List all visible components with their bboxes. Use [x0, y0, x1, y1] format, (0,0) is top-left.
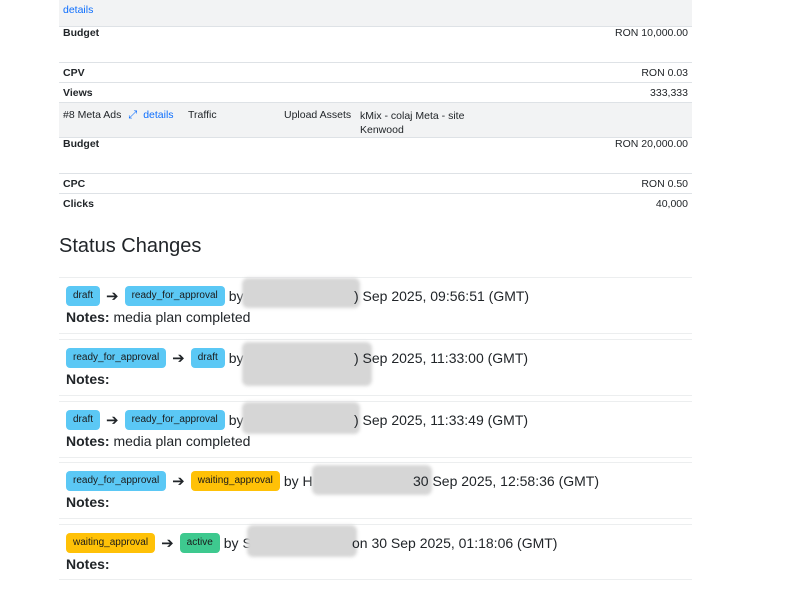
- channel-cell: #7 Google Ads details: [59, 0, 368, 26]
- arrow-right-icon: ➔: [172, 350, 185, 367]
- cpv-label: CPV: [59, 61, 368, 82]
- details-link[interactable]: details: [63, 4, 93, 16]
- redacted-user: [242, 402, 360, 434]
- status-badge-to: draft: [190, 348, 225, 368]
- status-badge-from: draft: [66, 410, 101, 430]
- redacted-user: [242, 342, 372, 386]
- arrow-right-icon: ➔: [161, 535, 174, 552]
- notes-label: Notes:: [66, 556, 110, 572]
- cpc-label: CPC: [59, 172, 368, 193]
- status-badge-to: active: [179, 533, 220, 553]
- table-row: #7 Google Ads details: [59, 0, 692, 26]
- table-row: Views 333,333: [59, 81, 692, 102]
- arrow-right-icon: ➔: [106, 288, 119, 305]
- clicks-value: 40,000: [367, 192, 692, 213]
- format: Upload Assets: [284, 108, 352, 121]
- status-change-entry: draft ➔ ready_for_approval by ) Sep 2025…: [59, 401, 692, 458]
- status-changes-heading: Status Changes: [59, 235, 202, 257]
- status-change-entry: draft ➔ ready_for_approval by ) Sep 2025…: [59, 277, 692, 334]
- cpc-value: RON 0.50: [367, 172, 692, 193]
- change-timestamp: ) Sep 2025, 11:33:49 (GMT): [354, 412, 529, 428]
- change-timestamp: 30 Sep 2025, 12:58:36 (GMT): [413, 473, 599, 489]
- notes-label: Notes:: [66, 309, 110, 325]
- media-plan-table-container: #7 Google Ads details Budget RON 10,000.…: [59, 0, 692, 213]
- arrow-right-icon: ➔: [172, 473, 185, 490]
- status-badge-to: waiting_approval: [190, 471, 280, 491]
- status-badge-to: ready_for_approval: [124, 286, 225, 306]
- arrow-right-icon: ➔: [106, 412, 119, 429]
- status-badge-from: waiting_approval: [66, 533, 156, 553]
- table-row: #8 Meta Ads ⤢ details Traffic Upload Asset…: [59, 101, 692, 137]
- notes-text: media plan completed: [109, 433, 251, 449]
- budget-value: RON 10,000.00: [367, 25, 692, 62]
- media-plan-table: #7 Google Ads details Budget RON 10,000.…: [59, 0, 692, 213]
- views-value: 333,333: [367, 81, 692, 102]
- table-row: CPC RON 0.50: [59, 172, 692, 193]
- changed-by: by H: [283, 473, 313, 489]
- redacted-user: [247, 525, 357, 557]
- change-timestamp: ) Sep 2025, 09:56:51 (GMT): [354, 288, 530, 304]
- notes-label: Notes:: [66, 371, 110, 387]
- status-change-entry: ready_for_approval ➔ draft by ) Sep 2025…: [59, 339, 692, 396]
- creative: kMix - colaj Meta - site Kenwood: [360, 109, 465, 136]
- notes-label: Notes:: [66, 433, 110, 449]
- redacted-user: [242, 278, 360, 308]
- table-row: CPV RON 0.03: [59, 61, 692, 82]
- notes-text: media plan completed: [109, 309, 251, 325]
- change-timestamp: on 30 Sep 2025, 01:18:06 (GMT): [352, 535, 558, 551]
- objective: Traffic: [188, 108, 217, 121]
- notes-label: Notes:: [66, 494, 110, 510]
- table-row: Clicks 40,000: [59, 192, 692, 213]
- budget-label: Budget: [59, 136, 368, 173]
- clicks-label: Clicks: [59, 192, 368, 213]
- expand-icon[interactable]: ⤢: [128, 109, 137, 121]
- channel-id: #8 Meta Ads: [63, 108, 122, 121]
- status-badge-from: ready_for_approval: [66, 471, 167, 491]
- cpv-value: RON 0.03: [367, 61, 692, 82]
- details-link[interactable]: details: [143, 109, 173, 121]
- views-label: Views: [59, 81, 368, 102]
- table-row: Budget RON 10,000.00: [59, 25, 692, 62]
- table-row: Budget RON 20,000.00: [59, 136, 692, 173]
- status-badge-from: draft: [66, 286, 101, 306]
- status-change-entry: waiting_approval ➔ active by S on 30 Sep…: [59, 524, 692, 580]
- budget-label: Budget: [59, 25, 368, 62]
- budget-value: RON 20,000.00: [367, 136, 692, 173]
- status-change-entry: ready_for_approval ➔ waiting_approval by…: [59, 462, 692, 519]
- status-badge-from: ready_for_approval: [66, 348, 167, 368]
- change-timestamp: ) Sep 2025, 11:33:00 (GMT): [354, 350, 529, 366]
- status-badge-to: ready_for_approval: [124, 410, 225, 430]
